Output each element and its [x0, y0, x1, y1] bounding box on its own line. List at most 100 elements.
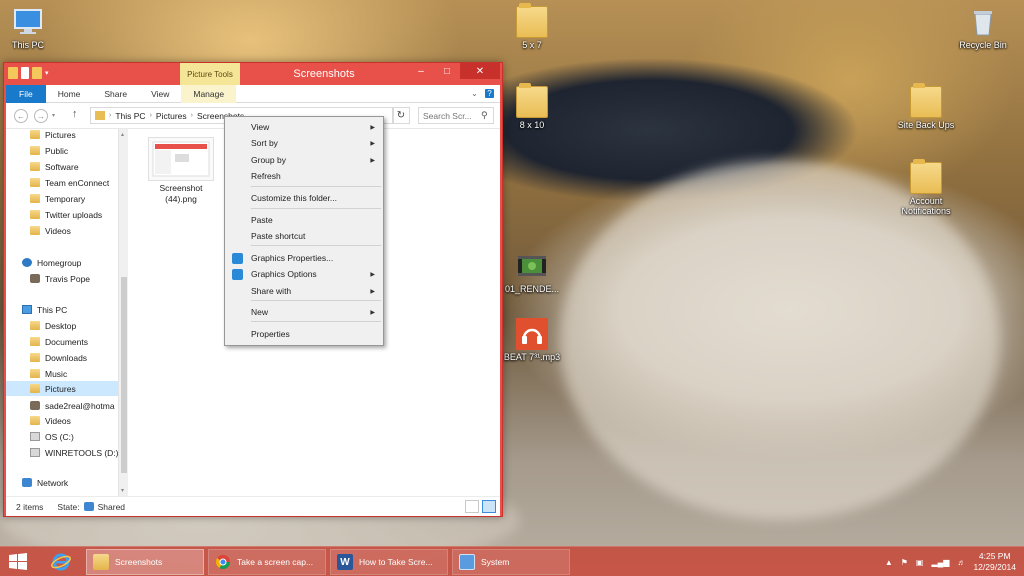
desktop-icon-site-back-ups[interactable]: Site Back Ups: [894, 83, 958, 130]
nav-item-downloads[interactable]: Downloads: [6, 350, 118, 365]
new-folder-icon[interactable]: [32, 67, 42, 79]
taskbar-item-system[interactable]: System: [452, 549, 570, 575]
display-icon[interactable]: ▣: [916, 558, 924, 567]
breadcrumb-this-pc[interactable]: This PC: [115, 111, 145, 121]
menu-item-refresh[interactable]: Refresh: [227, 168, 381, 184]
nav-item-team-enconnect[interactable]: Team enConnect: [6, 175, 118, 190]
nav-item-videos[interactable]: Videos: [6, 413, 118, 428]
forward-button[interactable]: →: [34, 109, 48, 123]
menu-item-label: Sort by: [251, 138, 278, 148]
menu-item-new[interactable]: New ▶: [227, 304, 381, 320]
internet-explorer-icon: [51, 553, 71, 571]
show-hidden-icons-icon[interactable]: ▲: [885, 558, 893, 567]
title-bar[interactable]: ▾ Picture Tools Screenshots – □ ✕: [4, 63, 502, 85]
back-button[interactable]: ←: [14, 109, 28, 123]
nav-item-public[interactable]: Public: [6, 143, 118, 158]
nav-item-desktop[interactable]: Desktop: [6, 318, 118, 333]
properties-icon[interactable]: [21, 67, 29, 79]
nav-item-os-c[interactable]: OS (C:): [6, 429, 118, 444]
desktop-icon-8x10[interactable]: 8 x 10: [500, 83, 564, 130]
nav-item-pictures[interactable]: Pictures: [6, 129, 118, 142]
search-box[interactable]: ⚲: [418, 107, 494, 124]
nav-item-winretools-d[interactable]: WINRETOOLS (D:): [6, 445, 118, 460]
menu-item-paste[interactable]: Paste: [227, 212, 381, 228]
details-view-button[interactable]: [465, 500, 479, 513]
menu-item-graphics-options[interactable]: Graphics Options ▶: [227, 266, 381, 282]
desktop-icon-account-notifications[interactable]: Account Notifications: [894, 159, 958, 216]
desktop-icon-this-pc[interactable]: This PC: [0, 6, 60, 50]
person-icon: [30, 274, 40, 283]
file-name[interactable]: Screenshot (44).png: [140, 183, 222, 205]
search-input[interactable]: [423, 110, 481, 121]
nav-item-pictures[interactable]: Pictures: [6, 381, 118, 396]
desktop-icon-render-video[interactable]: 01_RENDE...: [500, 250, 564, 294]
nav-item-travis-pope[interactable]: Travis Pope: [6, 271, 118, 286]
desktop-icon-beat-mp3[interactable]: BEAT 7³¹.mp3: [500, 318, 564, 362]
tab-file[interactable]: File: [6, 84, 46, 103]
menu-item-label: Paste: [251, 215, 273, 225]
window-controls: – □ ✕: [408, 63, 500, 79]
menu-item-label: Graphics Options: [251, 269, 317, 279]
state-info: State: Shared: [57, 502, 125, 512]
desktop-icon-recycle-bin[interactable]: Recycle Bin: [951, 6, 1015, 50]
tab-view[interactable]: View: [139, 85, 181, 103]
clock[interactable]: 4:25 PM 12/29/2014: [973, 551, 1016, 573]
tab-share[interactable]: Share: [92, 85, 139, 103]
large-icons-view-button[interactable]: [482, 500, 496, 513]
word-icon: W: [337, 554, 353, 570]
taskbar-item-word[interactable]: W How to Take Scre...: [330, 549, 448, 575]
maximize-button[interactable]: □: [434, 63, 460, 79]
search-icon[interactable]: ⚲: [481, 110, 488, 121]
nav-item-homegroup[interactable]: Homegroup: [6, 255, 118, 270]
nav-item-videos[interactable]: Videos: [6, 223, 118, 238]
recent-locations-icon[interactable]: ▾: [52, 112, 55, 119]
internet-explorer-button[interactable]: [44, 549, 78, 575]
help-icon[interactable]: ?: [485, 89, 494, 98]
nav-item-temporary[interactable]: Temporary: [6, 191, 118, 206]
scrollbar-thumb[interactable]: [121, 277, 127, 473]
minimize-button[interactable]: –: [408, 63, 434, 79]
chevron-down-icon[interactable]: ▾: [45, 69, 49, 77]
nav-item-music[interactable]: Music: [6, 366, 118, 381]
nav-item-network[interactable]: Network: [6, 475, 118, 490]
menu-item-label: Paste shortcut: [251, 231, 306, 241]
menu-item-sort-by[interactable]: Sort by ▶: [227, 135, 381, 151]
folder-icon: [30, 321, 40, 330]
desktop-icon-5x7[interactable]: 5 x 7: [500, 3, 564, 50]
breadcrumb-pictures[interactable]: Pictures: [156, 111, 187, 121]
menu-item-group-by[interactable]: Group by ▶: [227, 152, 381, 168]
start-button[interactable]: [4, 551, 32, 573]
menu-item-share-with[interactable]: Share with ▶: [227, 283, 381, 299]
nav-item-label: Travis Pope: [45, 273, 91, 284]
nav-item-sade2real-hotma[interactable]: sade2real@hotma: [6, 398, 118, 413]
menu-item-view[interactable]: View ▶: [227, 119, 381, 135]
close-button[interactable]: ✕: [460, 63, 500, 79]
folder-icon: [30, 146, 40, 155]
tab-home[interactable]: Home: [46, 85, 93, 103]
windows-logo-icon: [9, 553, 27, 570]
nav-item-software[interactable]: Software: [6, 159, 118, 174]
expand-ribbon-icon[interactable]: ⌄: [470, 89, 479, 98]
folder-icon[interactable]: [8, 67, 18, 79]
up-arrow-icon[interactable]: ↑: [72, 108, 78, 120]
menu-item-customize-this-folder[interactable]: Customize this folder...: [227, 190, 381, 206]
nav-pane-scrollbar[interactable]: ▴ ▾: [118, 129, 128, 496]
nav-item-documents[interactable]: Documents: [6, 334, 118, 349]
network-icon[interactable]: ▂▄▆: [931, 558, 949, 567]
folder-icon: [516, 3, 548, 38]
action-center-flag-icon[interactable]: ⚑: [901, 558, 908, 567]
tab-manage[interactable]: Manage: [181, 84, 237, 103]
breadcrumb-separator: ›: [149, 112, 152, 119]
volume-icon[interactable]: ♬: [957, 558, 965, 567]
scroll-up-icon[interactable]: ▴: [121, 131, 124, 138]
taskbar-item-chrome[interactable]: Take a screen cap...: [208, 549, 326, 575]
scroll-down-icon[interactable]: ▾: [121, 487, 124, 494]
nav-item-twitter-uploads[interactable]: Twitter uploads: [6, 207, 118, 222]
menu-item-paste-shortcut[interactable]: Paste shortcut: [227, 228, 381, 244]
taskbar-item-screenshots[interactable]: Screenshots: [86, 549, 204, 575]
refresh-button[interactable]: ↻: [392, 107, 410, 124]
nav-item-this-pc[interactable]: This PC: [6, 302, 118, 317]
menu-item-properties[interactable]: Properties: [227, 326, 381, 342]
menu-item-graphics-properties[interactable]: Graphics Properties...: [227, 250, 381, 266]
file-thumbnail[interactable]: [148, 137, 214, 181]
